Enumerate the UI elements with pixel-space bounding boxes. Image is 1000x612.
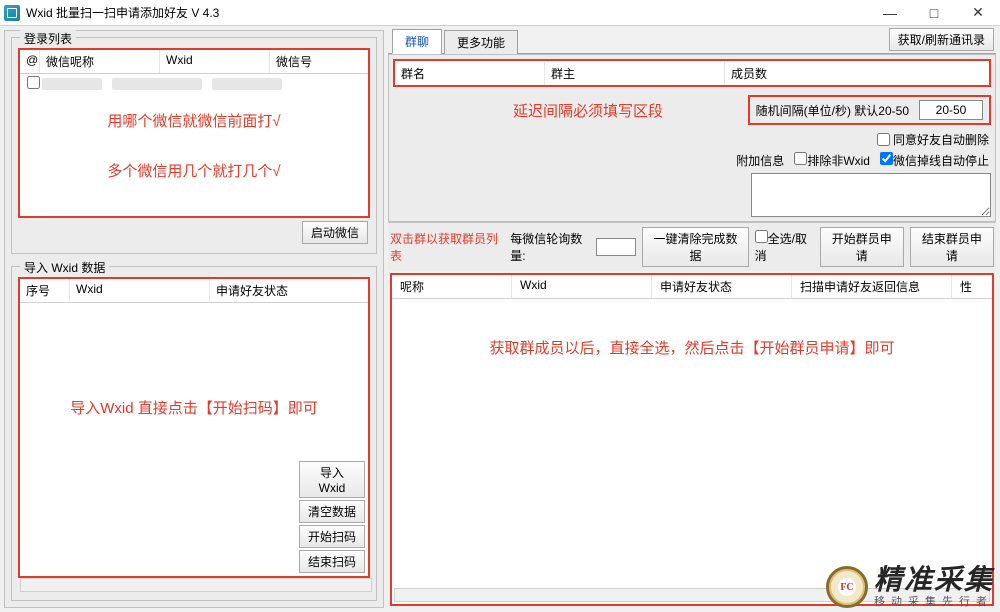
start-scan-button[interactable]: 开始扫码	[299, 525, 365, 548]
import-col-status: 申请好友状态	[210, 279, 368, 302]
group-col-count: 成员数	[725, 62, 989, 85]
row-checkbox[interactable]	[27, 76, 40, 89]
login-note-2: 多个微信用几个就打几个√	[20, 160, 368, 181]
double-click-hint: 双击群以获取群员列表	[390, 230, 500, 264]
group-col-owner: 群主	[545, 62, 725, 85]
left-pane: 登录列表 @ 微信呢称 Wxid 微信号 用哪个微信就微信前面打√ 多个微信用几…	[4, 30, 384, 608]
member-col-return: 扫描申请好友返回信息	[792, 275, 952, 298]
delay-input[interactable]	[919, 100, 983, 120]
group-list-table: 群名 群主 成员数	[393, 59, 991, 87]
auto-delete-checkbox[interactable]: 同意好友自动删除	[877, 131, 989, 148]
minimize-button[interactable]: —	[868, 0, 912, 26]
end-scan-button[interactable]: 结束扫码	[299, 550, 365, 573]
member-col-nick: 呢称	[392, 275, 512, 298]
import-legend: 导入 Wxid 数据	[20, 259, 109, 276]
login-col-nick: 微信呢称	[40, 50, 160, 73]
login-table: @ 微信呢称 Wxid 微信号 用哪个微信就微信前面打√ 多个微信用几个就打几个…	[18, 48, 370, 218]
delay-label: 随机间隔(单位/秒) 默认20-50	[756, 102, 909, 119]
import-col-idx: 序号	[20, 279, 70, 302]
import-note: 导入Wxid 直接点击【开始扫码】即可	[20, 397, 368, 418]
import-group: 导入 Wxid 数据 序号 Wxid 申请好友状态 导入Wxid 直接点击【开始…	[11, 266, 377, 601]
scrollbar-horizontal[interactable]	[20, 578, 372, 592]
member-col-wxid: Wxid	[512, 275, 652, 298]
delay-note: 延迟间隔必须填写区段	[513, 100, 663, 121]
group-col-name: 群名	[395, 62, 545, 85]
login-note-1: 用哪个微信就微信前面打√	[20, 110, 368, 131]
maximize-button[interactable]: □	[912, 0, 956, 26]
groups-panel: 群名 群主 成员数 延迟间隔必须填写区段 随机间隔(单位/秒) 默认20-50 …	[388, 54, 996, 222]
select-all-checkbox[interactable]: 全选/取消	[755, 230, 814, 264]
window-title: Wxid 批量扫一扫申请添加好友 V 4.3	[26, 4, 219, 21]
end-member-apply-button[interactable]: 结束群员申请	[910, 227, 994, 267]
poll-count-input[interactable]	[596, 238, 636, 256]
right-pane: 群聊 更多功能 获取/刷新通讯录 群名 群主 成员数 延迟间隔必须填写区段 随机…	[388, 30, 996, 608]
start-wechat-button[interactable]: 启动微信	[302, 221, 368, 244]
login-col-wxno: 微信号	[270, 50, 368, 73]
login-col-check: @	[20, 50, 40, 73]
tab-group-chat[interactable]: 群聊	[392, 29, 442, 54]
member-col-status: 申请好友状态	[652, 275, 792, 298]
import-col-wxid: Wxid	[70, 279, 210, 302]
refresh-contacts-button[interactable]: 获取/刷新通讯录	[889, 28, 994, 51]
clear-done-button[interactable]: 一键清除完成数据	[642, 227, 748, 267]
start-member-apply-button[interactable]: 开始群员申请	[820, 227, 904, 267]
member-table: 呢称 Wxid 申请好友状态 扫描申请好友返回信息 性 获取群成员以后，直接全选…	[390, 273, 994, 606]
attach-info-textarea[interactable]	[751, 173, 991, 217]
scrollbar-horizontal[interactable]	[394, 588, 990, 602]
table-row[interactable]	[20, 74, 368, 94]
member-col-sex: 性	[952, 275, 992, 298]
login-col-wxid: Wxid	[160, 50, 270, 73]
clear-data-button[interactable]: 清空数据	[299, 500, 365, 523]
import-table: 序号 Wxid 申请好友状态 导入Wxid 直接点击【开始扫码】即可 导入Wxi…	[18, 277, 370, 578]
exclude-non-wxid-checkbox[interactable]: 排除非Wxid	[794, 152, 870, 169]
close-button[interactable]: ✕	[956, 0, 1000, 26]
login-group: 登录列表 @ 微信呢称 Wxid 微信号 用哪个微信就微信前面打√ 多个微信用几…	[11, 37, 377, 254]
attach-label: 附加信息	[736, 152, 784, 169]
offline-stop-checkbox[interactable]: 微信掉线自动停止	[880, 152, 989, 169]
poll-label: 每微信轮询数量:	[510, 230, 590, 264]
app-icon	[4, 5, 20, 21]
login-legend: 登录列表	[20, 30, 76, 47]
delay-box: 随机间隔(单位/秒) 默认20-50	[748, 95, 991, 125]
tab-more[interactable]: 更多功能	[444, 30, 518, 54]
import-wxid-button[interactable]: 导入Wxid	[299, 461, 365, 498]
tab-bar: 群聊 更多功能 获取/刷新通讯录	[388, 30, 996, 54]
titlebar: Wxid 批量扫一扫申请添加好友 V 4.3 — □ ✕	[0, 0, 1000, 26]
member-toolbar: 双击群以获取群员列表 每微信轮询数量: 一键清除完成数据 全选/取消 开始群员申…	[388, 222, 996, 271]
member-note: 获取群成员以后，直接全选，然后点击【开始群员申请】即可	[392, 337, 992, 358]
